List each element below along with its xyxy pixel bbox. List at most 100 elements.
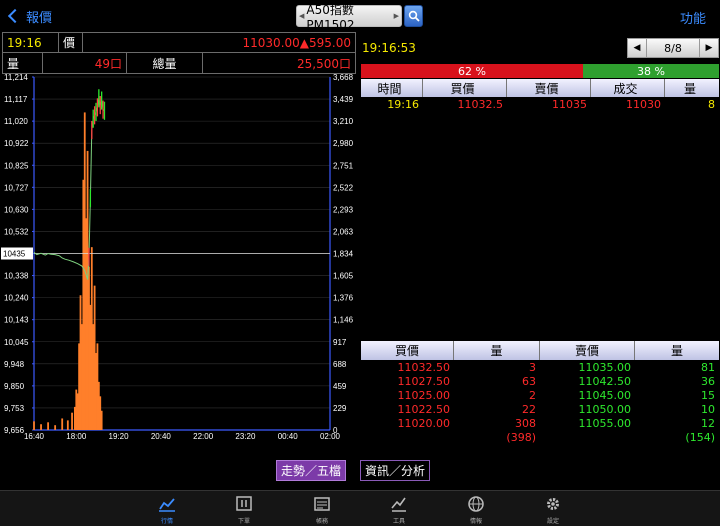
total-label: 總量 <box>127 53 203 73</box>
intraday-chart[interactable]: 11,214 11,117 11,020 10,922 10,825 10,727 10,6… <box>0 74 360 444</box>
y2-tick-label: 1,146 <box>333 316 354 325</box>
y-tick-label: 11,214 <box>4 74 28 82</box>
col-time: 時間 <box>361 79 423 97</box>
book-bid-price: 11032.50 <box>397 361 451 374</box>
order-icon <box>236 496 252 511</box>
search-icon <box>408 10 420 22</box>
y2-tick-label: 3,668 <box>333 74 354 82</box>
bottom-tab-bar: 行情 下單 帳務 工具 情報 設定 <box>0 490 720 526</box>
book-ask-price: 11045.00 <box>578 389 632 402</box>
x-tick-label: 23:20 <box>235 432 256 441</box>
volume-bar <box>66 420 69 430</box>
prev-page-button[interactable]: ◀ <box>627 38 647 58</box>
tick-table-header: 時間 買價 賣價 成交 量 <box>361 79 719 97</box>
y2-tick-label: 2,063 <box>333 227 354 236</box>
y2-tick-label: 1,605 <box>333 272 354 281</box>
y-tick-label: 10,045 <box>4 338 29 347</box>
price-value: 11030.00▲595.00 <box>242 35 351 50</box>
book-ask-qty: 36 <box>701 375 715 388</box>
x-tick-label: 18:00 <box>66 432 87 441</box>
order-book: 11032.50 3 11035.00 81 11027.50 63 11042.50 36 1… <box>361 361 719 445</box>
y2-tick-label: 2,980 <box>333 139 354 148</box>
trend-orderbook-button[interactable]: 走勢／五檔 <box>276 460 346 481</box>
book-ask-price: 11050.00 <box>578 403 632 416</box>
tick-deal: 11030 <box>626 98 661 111</box>
book-bid-price: 11020.00 <box>397 417 451 430</box>
news-analysis-button[interactable]: 資訊／分析 <box>360 460 430 481</box>
y2-tick-label: 229 <box>333 404 347 413</box>
y2-tick-label: 3,439 <box>333 95 354 104</box>
price-label: 價 <box>59 33 83 52</box>
price-line <box>33 98 105 280</box>
tab-tools[interactable]: 工具 <box>384 495 414 525</box>
symbol-selector[interactable]: ◀ A50指數PM1502 ▶ <box>296 3 402 32</box>
tab-settings[interactable]: 設定 <box>538 495 568 525</box>
buy-sell-ratio-bar: 62 % 38 % <box>361 64 719 78</box>
table-row: 11022.50 22 11050.00 10 <box>361 403 719 417</box>
next-page-button[interactable]: ▶ <box>699 38 719 58</box>
table-row: 11027.50 63 11042.50 36 <box>361 375 719 389</box>
function-button[interactable]: 功能 <box>680 8 706 27</box>
y-tick-label: 11,020 <box>4 117 28 126</box>
volume-bar <box>71 412 73 430</box>
book-ask-price: 11035.00 <box>578 361 632 374</box>
tab-label: 帳務 <box>315 518 328 525</box>
total-value: 25,500口 <box>297 56 351 71</box>
bid-total: (398) <box>506 431 536 444</box>
x-tick-label: 20:40 <box>151 432 172 441</box>
tab-order[interactable]: 下單 <box>229 495 259 525</box>
y-tick-label: 10,240 <box>4 294 29 303</box>
top-bar: 報價 ◀ A50指數PM1502 ▶ 功能 <box>0 0 720 32</box>
y2-tick-label: 2,293 <box>333 205 354 214</box>
quote-time: 19:16 <box>3 33 59 52</box>
y-tick-label: 9,656 <box>4 426 25 435</box>
back-button[interactable]: 報價 <box>6 6 52 26</box>
tick-ask: 11035 <box>552 98 587 111</box>
volume-bar <box>40 424 42 430</box>
tick-volume: 8 <box>708 98 715 111</box>
book-bid-qty: 2 <box>529 389 536 402</box>
book-ask-qty: 15 <box>701 389 715 402</box>
tab-info[interactable]: 情報 <box>461 495 491 525</box>
reference-label: 10435 <box>3 250 26 259</box>
y2-tick-label: 1,376 <box>333 294 354 303</box>
tab-quotes[interactable]: 行情 <box>152 495 182 525</box>
caret-left-icon: ◀ <box>299 12 305 20</box>
y-tick-label: 10,630 <box>4 205 29 214</box>
col-volume: 量 <box>683 81 696 96</box>
book-bid-qty: 3 <box>529 361 536 374</box>
y-tick-label: 11,117 <box>4 95 28 104</box>
book-bid-qty: 63 <box>522 375 536 388</box>
current-time: 19:16:53 <box>362 41 416 55</box>
tab-label: 設定 <box>546 518 559 525</box>
y2-tick-label: 1,834 <box>333 250 354 259</box>
y2-tick-label: 688 <box>333 360 347 369</box>
qty-label: 量 <box>3 53 43 73</box>
tick-bid: 11032.5 <box>457 98 504 111</box>
volume-bar <box>100 410 103 430</box>
col-bid-price: 買價 <box>361 341 454 360</box>
search-button[interactable] <box>404 5 423 27</box>
tab-label: 情報 <box>469 518 482 525</box>
col-bid-qty: 量 <box>454 341 540 360</box>
globe-icon <box>468 496 484 512</box>
volume-bar <box>33 421 35 430</box>
tab-account[interactable]: 帳務 <box>307 495 337 525</box>
col-bid: 買價 <box>423 79 507 97</box>
book-ask-qty: 12 <box>701 417 715 430</box>
tick-time: 19:16 <box>387 98 419 111</box>
y2-tick-label: 2,751 <box>333 161 354 170</box>
y-tick-label: 9,948 <box>4 360 25 369</box>
table-row: 11020.00 308 11055.00 12 <box>361 417 719 431</box>
tab-label: 下單 <box>237 518 250 525</box>
book-ask-price: 11055.00 <box>578 417 632 430</box>
back-label: 報價 <box>26 10 53 26</box>
symbol-label: A50指數PM1502 <box>306 2 355 32</box>
sell-ratio: 38 % <box>583 64 719 78</box>
book-bid-price: 11027.50 <box>397 375 451 388</box>
y-tick-label: 10,338 <box>4 272 29 281</box>
table-row: (398) (154) <box>361 431 719 445</box>
book-bid-price: 11022.50 <box>397 403 451 416</box>
caret-right-icon: ▶ <box>393 12 399 20</box>
